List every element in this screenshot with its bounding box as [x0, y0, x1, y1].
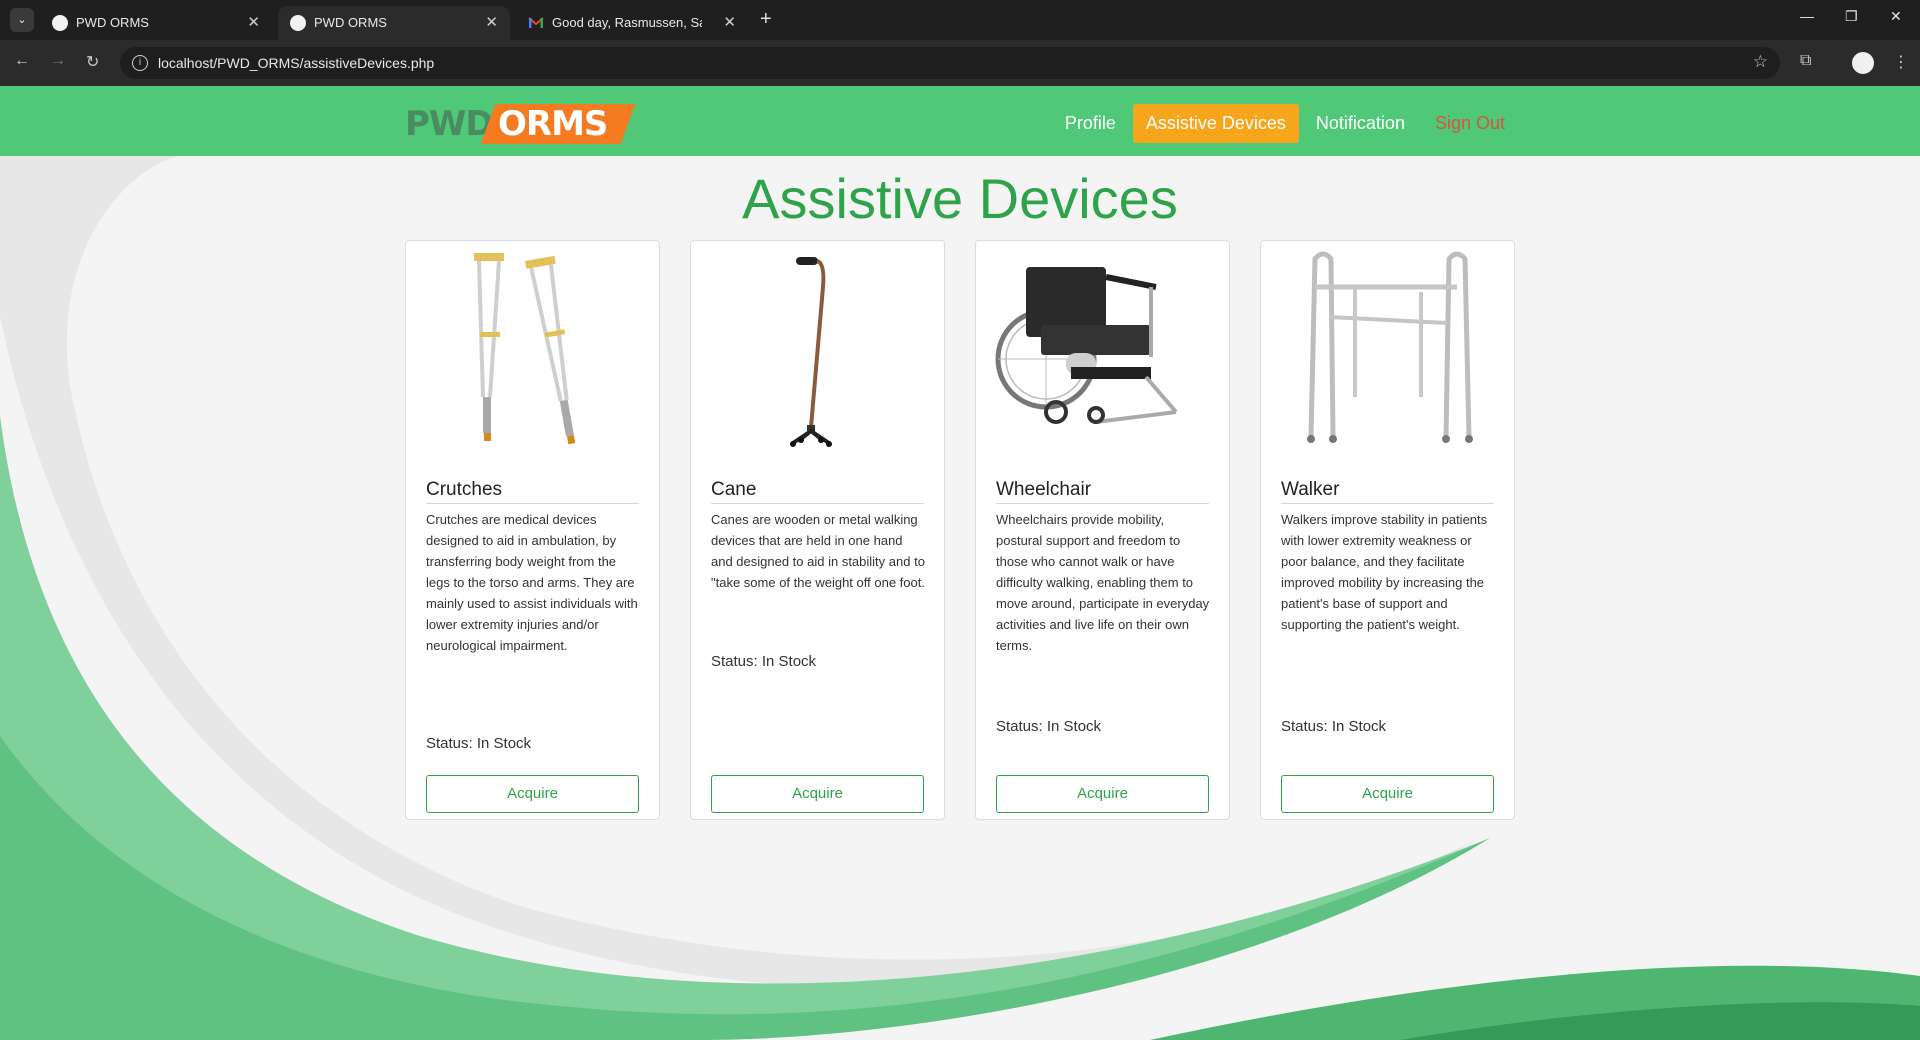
device-description: Walkers improve stability in patients wi… [1281, 512, 1488, 632]
device-status: Status: In Stock [1281, 718, 1387, 735]
nav-notification-link[interactable]: Notification [1303, 104, 1418, 143]
device-status: Status: In Stock [426, 735, 532, 752]
crutches-image [474, 253, 576, 445]
browser-tab[interactable]: Good day, Rasmussen, Sara Au ✕ [516, 6, 748, 40]
acquire-button[interactable]: Acquire [711, 775, 924, 813]
extensions-icon[interactable]: ⧉ [1800, 52, 1811, 70]
close-window-icon[interactable]: ✕ [1890, 8, 1902, 25]
device-cards: Crutches Crutches are medical devices de… [405, 240, 1545, 820]
acquire-button[interactable]: Acquire [426, 775, 639, 813]
browser-tab-strip: ⌄ PWD ORMS ✕ PWD ORMS ✕ Good day, Rasmus… [0, 0, 1920, 40]
site-favicon-icon [52, 15, 68, 31]
browser-tab-active[interactable]: PWD ORMS ✕ [278, 6, 510, 40]
acquire-button[interactable]: Acquire [1281, 775, 1494, 813]
device-description: Canes are wooden or metal walking device… [711, 512, 925, 590]
logo-orms-text: ORMS [498, 104, 608, 144]
nav-assistive-devices-link[interactable]: Assistive Devices [1132, 103, 1299, 143]
close-tab-icon[interactable]: ✕ [723, 13, 736, 31]
forward-icon[interactable]: → [50, 52, 66, 70]
tab-title: PWD ORMS [314, 15, 387, 30]
minimize-icon[interactable]: — [1800, 8, 1814, 24]
device-card-cane: Cane Canes are wooden or metal walking d… [690, 240, 945, 820]
url-text: localhost/PWD_ORMS/assistiveDevices.php [158, 55, 435, 71]
web-page: PWD ORMS Profile Assistive Devices Notif… [0, 86, 1920, 1040]
pwd-orms-logo[interactable]: PWD ORMS [405, 102, 636, 146]
page-title: Assistive Devices [742, 167, 1178, 230]
profile-avatar[interactable] [1852, 52, 1874, 74]
site-navbar: PWD ORMS Profile Assistive Devices Notif… [0, 86, 1920, 156]
device-card-walker: Walker Walkers improve stability in pati… [1260, 240, 1515, 820]
site-favicon-icon [290, 15, 306, 31]
device-description: Crutches are medical devices designed to… [426, 512, 638, 653]
site-info-icon[interactable]: i [132, 55, 148, 71]
walker-image [1307, 251, 1473, 443]
cane-image [790, 257, 832, 447]
tab-search-button[interactable]: ⌄ [10, 8, 34, 32]
nav-profile-link[interactable]: Profile [1052, 104, 1129, 143]
bookmark-star-icon[interactable]: ☆ [1753, 52, 1768, 72]
acquire-button[interactable]: Acquire [996, 775, 1209, 813]
gmail-icon [528, 15, 544, 31]
new-tab-icon[interactable]: + [760, 8, 772, 31]
device-name: Wheelchair [996, 479, 1209, 504]
device-name: Crutches [426, 479, 639, 504]
more-menu-icon[interactable]: ⋮ [1893, 52, 1909, 72]
reload-icon[interactable]: ↻ [86, 52, 99, 72]
device-status: Status: In Stock [711, 653, 817, 670]
nav-sign-out-link[interactable]: Sign Out [1422, 104, 1518, 143]
device-card-wheelchair: Wheelchair Wheelchairs provide mobility,… [975, 240, 1230, 820]
device-status: Status: In Stock [996, 718, 1102, 735]
tab-title: PWD ORMS [76, 15, 149, 30]
back-icon[interactable]: ← [14, 52, 30, 70]
logo-pwd-text: PWD [405, 104, 494, 144]
browser-tab[interactable]: PWD ORMS ✕ [40, 6, 272, 40]
close-tab-icon[interactable]: ✕ [485, 13, 498, 31]
device-card-crutches: Crutches Crutches are medical devices de… [405, 240, 660, 820]
tab-title: Good day, Rasmussen, Sara Au [552, 15, 702, 30]
restore-icon[interactable]: ❐ [1845, 8, 1858, 25]
device-name: Walker [1281, 479, 1494, 504]
device-name: Cane [711, 479, 924, 504]
address-bar[interactable]: i localhost/PWD_ORMS/assistiveDevices.ph… [120, 47, 1780, 79]
device-description: Wheelchairs provide mobility, postural s… [996, 512, 1210, 653]
wheelchair-image [995, 267, 1178, 424]
close-tab-icon[interactable]: ✕ [247, 13, 260, 31]
address-toolbar: ← → ↻ i localhost/PWD_ORMS/assistiveDevi… [0, 40, 1920, 86]
nav-links: Profile Assistive Devices Notification S… [1048, 103, 1518, 143]
